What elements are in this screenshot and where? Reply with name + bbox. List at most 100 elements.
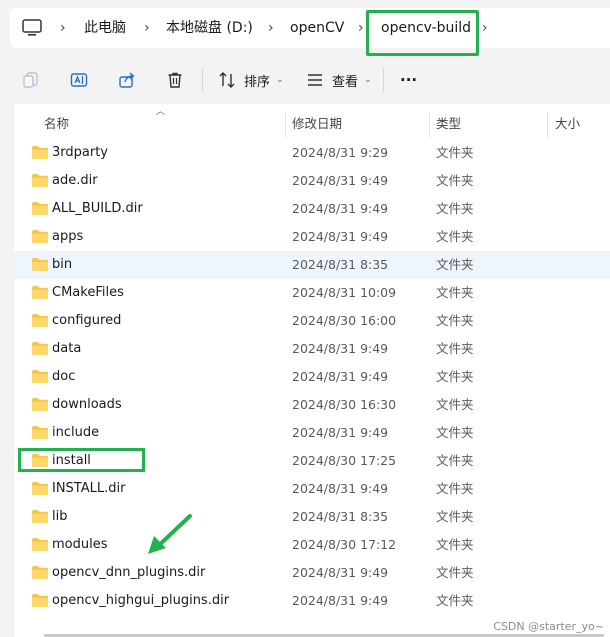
file-type: 文件夹	[436, 201, 474, 216]
file-row[interactable]: lib 2024/8/31 8:35 文件夹	[14, 503, 610, 531]
delete-button[interactable]	[166, 56, 184, 104]
column-header-size[interactable]: 大小	[555, 108, 580, 140]
file-type: 文件夹	[436, 481, 474, 496]
file-name: ALL_BUILD.dir	[52, 201, 143, 216]
column-header-name[interactable]: 名称	[44, 108, 69, 140]
file-type: 文件夹	[436, 537, 474, 552]
file-row[interactable]: data 2024/8/31 9:49 文件夹	[14, 335, 610, 363]
file-type: 文件夹	[436, 145, 474, 160]
file-row[interactable]: 3rdparty 2024/8/31 9:29 文件夹	[14, 139, 610, 167]
sort-icon	[219, 72, 235, 88]
breadcrumb-separator[interactable]: ›	[60, 8, 66, 48]
file-modified: 2024/8/31 10:09	[292, 285, 397, 300]
view-button[interactable]: 查看 ⌄	[306, 56, 372, 104]
file-row[interactable]: apps 2024/8/31 9:49 文件夹	[14, 223, 610, 251]
file-row[interactable]: opencv_highgui_plugins.dir 2024/8/31 9:49…	[14, 587, 610, 615]
column-divider[interactable]	[547, 112, 548, 138]
share-button[interactable]	[118, 56, 136, 104]
folder-icon	[32, 482, 48, 495]
file-modified: 2024/8/30 16:30	[292, 397, 397, 412]
annotation-highlight-install	[18, 448, 145, 472]
column-divider[interactable]	[285, 112, 286, 138]
folder-icon	[32, 146, 48, 159]
file-row[interactable]: ade.dir 2024/8/31 9:49 文件夹	[14, 167, 610, 195]
folder-icon	[32, 174, 48, 187]
chevron-down-icon: ⌄	[276, 75, 284, 85]
column-divider[interactable]	[429, 112, 430, 138]
file-type: 文件夹	[436, 509, 474, 524]
file-row[interactable]: opencv_dnn_plugins.dir 2024/8/31 9:49 文件夹	[14, 559, 610, 587]
sort-button[interactable]: 排序 ⌄	[218, 56, 284, 104]
folder-icon	[32, 566, 48, 579]
address-bar[interactable]: › 此电脑 › 本地磁盘 (D:) › openCV › opencv-buil…	[10, 8, 610, 48]
file-row[interactable]: bin 2024/8/31 8:35 文件夹	[14, 251, 610, 279]
file-type: 文件夹	[436, 453, 474, 468]
column-header-modified[interactable]: 修改日期	[292, 108, 342, 140]
trash-icon	[168, 72, 182, 88]
rename-icon	[70, 73, 88, 87]
folder-icon	[32, 594, 48, 607]
file-name: bin	[52, 257, 73, 272]
file-type: 文件夹	[436, 425, 474, 440]
file-row[interactable]: INSTALL.dir 2024/8/31 9:49 文件夹	[14, 475, 610, 503]
view-icon	[308, 74, 322, 86]
file-modified: 2024/8/31 9:49	[292, 593, 389, 608]
view-label: 查看	[332, 74, 359, 90]
file-row[interactable]: doc 2024/8/31 9:49 文件夹	[14, 363, 610, 391]
file-name: opencv_highgui_plugins.dir	[52, 593, 230, 608]
file-row[interactable]: downloads 2024/8/30 16:30 文件夹	[14, 391, 610, 419]
toolbar-divider	[383, 68, 384, 92]
file-type: 文件夹	[436, 285, 474, 300]
file-name: 3rdparty	[52, 145, 108, 160]
file-modified: 2024/8/31 9:49	[292, 173, 389, 188]
breadcrumb-local-disk-d[interactable]: 本地磁盘 (D:)	[166, 8, 253, 48]
file-name: include	[52, 425, 100, 440]
breadcrumb-opencv[interactable]: openCV	[290, 8, 344, 48]
sort-label: 排序	[244, 74, 271, 90]
computer-icon[interactable]	[22, 19, 42, 37]
folder-icon	[32, 286, 48, 299]
breadcrumb-separator[interactable]: ›	[268, 8, 274, 48]
file-modified: 2024/8/31 8:35	[292, 509, 389, 524]
chevron-down-icon: ⌄	[364, 75, 372, 85]
copy-icon	[23, 72, 38, 88]
file-name: modules	[52, 537, 108, 552]
copy-button[interactable]	[22, 56, 40, 104]
folder-icon	[32, 398, 48, 411]
file-row[interactable]: configured 2024/8/30 16:00 文件夹	[14, 307, 610, 335]
folder-icon	[32, 314, 48, 327]
file-row[interactable]: include 2024/8/31 9:49 文件夹	[14, 419, 610, 447]
file-modified: 2024/8/30 17:12	[292, 537, 397, 552]
annotation-arrow	[148, 514, 192, 554]
toolbar-divider	[202, 68, 203, 92]
file-modified: 2024/8/31 9:49	[292, 341, 389, 356]
breadcrumb-separator[interactable]: ›	[358, 8, 364, 48]
file-modified: 2024/8/31 9:29	[292, 145, 389, 160]
file-modified: 2024/8/31 9:49	[292, 565, 389, 580]
folder-icon	[32, 202, 48, 215]
file-name: configured	[52, 313, 122, 328]
file-name: apps	[52, 229, 84, 244]
command-bar: 排序 ⌄ 查看 ⌄ ···	[0, 56, 610, 104]
file-name: doc	[52, 369, 76, 384]
column-header-type[interactable]: 类型	[436, 108, 461, 140]
file-name: opencv_dnn_plugins.dir	[52, 565, 206, 580]
file-type: 文件夹	[436, 173, 474, 188]
file-row[interactable]: ALL_BUILD.dir 2024/8/31 9:49 文件夹	[14, 195, 610, 223]
file-list-pane[interactable]: ︿ 名称 修改日期 类型 大小 3rdparty 2024/8/31 9:29 文件…	[14, 104, 610, 637]
file-row[interactable]: modules 2024/8/30 17:12 文件夹	[14, 531, 610, 559]
more-icon: ···	[400, 71, 418, 89]
file-modified: 2024/8/30 16:00	[292, 313, 397, 328]
rename-button[interactable]	[70, 56, 88, 104]
more-options-button[interactable]: ···	[400, 56, 417, 104]
breadcrumb-separator[interactable]: ›	[482, 8, 488, 48]
file-name: downloads	[52, 397, 122, 412]
breadcrumb-this-pc[interactable]: 此电脑	[84, 8, 126, 48]
breadcrumb-separator[interactable]: ›	[144, 8, 150, 48]
file-row[interactable]: CMakeFiles 2024/8/31 10:09 文件夹	[14, 279, 610, 307]
folder-icon	[32, 370, 48, 383]
file-modified: 2024/8/31 9:49	[292, 201, 389, 216]
column-header-row: 名称 修改日期 类型 大小	[14, 108, 610, 140]
folder-icon	[32, 510, 48, 523]
file-modified: 2024/8/30 17:25	[292, 453, 397, 468]
